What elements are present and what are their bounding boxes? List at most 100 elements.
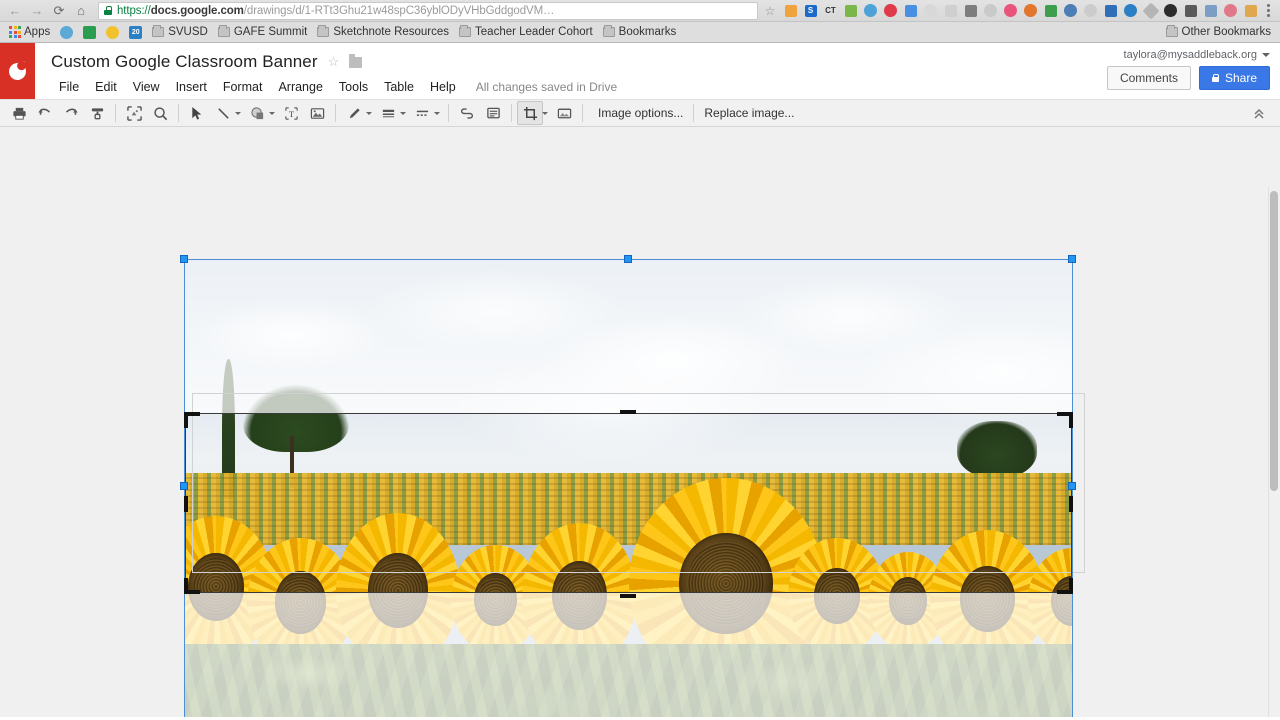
star-icon[interactable]: ☆ [328,54,340,70]
comments-button[interactable]: Comments [1106,66,1191,90]
menu-format[interactable]: Format [215,78,271,96]
extension-4[interactable] [841,2,860,20]
chrome-menu-icon[interactable] [1260,2,1276,20]
text-box-button[interactable]: T [278,101,304,125]
move-to-folder-icon[interactable] [349,53,363,68]
home-button[interactable]: ⌂ [70,1,92,21]
replace-image-button[interactable]: Replace image... [694,101,804,125]
extension-19[interactable] [1141,2,1160,20]
forward-button[interactable]: → [26,1,48,21]
undo-button[interactable] [32,101,58,125]
line-options-caret-icon[interactable] [235,111,241,115]
extension-14[interactable] [1041,2,1060,20]
bookmark-bookmarks[interactable]: Bookmarks [598,23,682,41]
bookmark-svusd[interactable]: SVUSD [147,23,213,41]
folder-icon [317,25,330,37]
selection-handle-top-center[interactable] [624,255,632,263]
crop-options-caret-icon[interactable] [542,111,548,115]
line-weight-button[interactable] [375,101,401,125]
extension-24[interactable] [1241,2,1260,20]
extension-1[interactable] [781,2,800,20]
selection-handle-top-left[interactable] [180,255,188,263]
other-bookmarks[interactable]: Other Bookmarks [1161,23,1276,41]
selection-handle-top-right[interactable] [1068,255,1076,263]
extension-10[interactable] [961,2,980,20]
drawing-canvas[interactable] [0,127,1280,717]
selection-handle-middle-right[interactable] [1068,482,1076,490]
extension-9[interactable] [941,2,960,20]
image-button[interactable] [304,101,330,125]
paint-format-button[interactable] [84,101,110,125]
extension-21[interactable] [1181,2,1200,20]
line-dash-caret-icon[interactable] [434,111,440,115]
extension-screencastify[interactable]: S [801,2,820,20]
redo-button[interactable] [58,101,84,125]
menu-help[interactable]: Help [422,78,464,96]
page-title[interactable]: Custom Google Classroom Banner [51,52,318,72]
shape-button[interactable] [244,101,270,125]
line-dash-button[interactable] [409,101,435,125]
bookmark-favicon-chrome[interactable] [101,23,124,41]
extension-16[interactable] [1081,2,1100,20]
mask-shape-button[interactable] [551,101,577,125]
header-middle: Custom Google Classroom Banner ☆ File Ed… [35,43,1280,99]
bookmark-gafe-summit[interactable]: GAFE Summit [213,23,312,41]
toolbar-separator [178,104,179,122]
chevron-down-icon [1262,53,1270,57]
extension-ct[interactable]: CT [821,2,840,20]
select-button[interactable] [184,101,210,125]
menu-insert[interactable]: Insert [168,78,215,96]
apps-label: Apps [24,26,51,38]
extension-8[interactable] [921,2,940,20]
extension-pocket[interactable] [881,2,900,20]
line-weight-caret-icon[interactable] [400,111,406,115]
bookmark-favicon-contacts[interactable] [78,23,101,41]
image-options-button[interactable]: Image options... [588,101,693,125]
extension-23[interactable] [1221,2,1240,20]
extension-20[interactable] [1161,2,1180,20]
crop-button[interactable] [517,101,543,125]
account-menu[interactable]: taylora@mysaddleback.org [1124,49,1270,61]
menu-arrange[interactable]: Arrange [270,78,330,96]
extension-22[interactable] [1201,2,1220,20]
back-button[interactable]: ← [4,1,26,21]
line-color-button[interactable] [341,101,367,125]
address-bar[interactable]: https://docs.google.com/drawings/d/1-RTt… [98,1,758,20]
menu-edit[interactable]: Edit [87,78,125,96]
extension-13[interactable] [1021,2,1040,20]
vertical-scrollbar-track[interactable] [1268,187,1280,717]
extension-18[interactable] [1121,2,1140,20]
selection-handle-middle-left[interactable] [180,482,188,490]
fit-to-window-button[interactable] [121,101,147,125]
bookmark-star-icon[interactable]: ☆ [761,4,779,18]
bookmark-teacher-leader-cohort[interactable]: Teacher Leader Cohort [454,23,598,41]
print-button[interactable] [6,101,32,125]
comment-button[interactable] [480,101,506,125]
collapse-toolbar-button[interactable] [1248,103,1270,125]
bookmark-favicon-blue[interactable]: 20 [124,23,147,41]
menu-view[interactable]: View [125,78,168,96]
menu-tools[interactable]: Tools [331,78,376,96]
share-button[interactable]: Share [1198,66,1270,90]
extension-11[interactable] [981,2,1000,20]
bookmark-sketchnote-resources[interactable]: Sketchnote Resources [312,23,454,41]
extension-17[interactable] [1101,2,1120,20]
bookmark-favicon-globe[interactable] [55,23,78,41]
line-color-caret-icon[interactable] [366,111,372,115]
zoom-button[interactable] [147,101,173,125]
line-button[interactable] [210,101,236,125]
reload-button[interactable]: ⟳ [48,1,70,21]
vertical-scrollbar-thumb[interactable] [1270,191,1278,491]
extension-5[interactable] [861,2,880,20]
folder-icon [459,25,472,37]
link-button[interactable] [454,101,480,125]
magnifier-icon [153,106,167,120]
extension-15[interactable] [1061,2,1080,20]
shape-options-caret-icon[interactable] [269,111,275,115]
svg-text:T: T [288,108,293,118]
menu-table[interactable]: Table [376,78,422,96]
extension-12[interactable] [1001,2,1020,20]
extension-7[interactable] [901,2,920,20]
apps-shortcut[interactable]: Apps [4,23,55,41]
menu-file[interactable]: File [51,78,87,96]
